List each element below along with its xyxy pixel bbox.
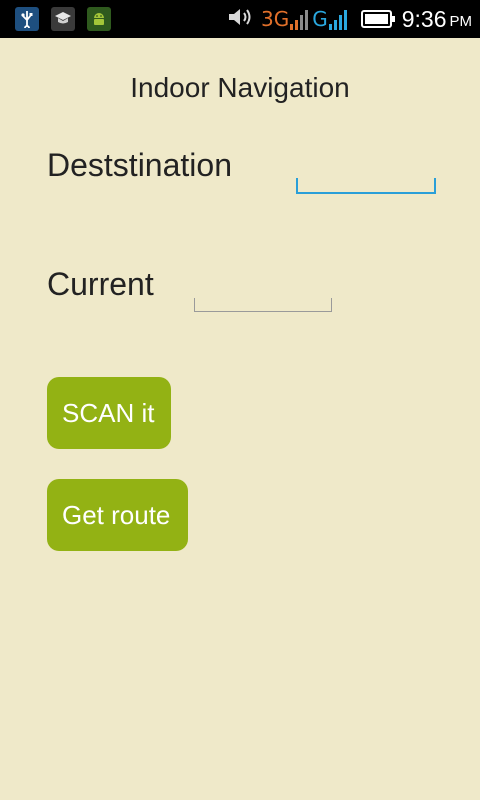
get-route-button[interactable]: Get route bbox=[47, 479, 188, 551]
scan-button[interactable]: SCAN it bbox=[47, 377, 171, 449]
battery-icon bbox=[360, 10, 395, 28]
usb-icon bbox=[15, 7, 39, 31]
volume-icon bbox=[227, 6, 255, 32]
destination-input[interactable] bbox=[296, 178, 436, 194]
signal-icon-secondary bbox=[328, 8, 347, 30]
page-title: Indoor Navigation bbox=[130, 72, 350, 103]
network-type-secondary: G bbox=[312, 7, 328, 31]
notification-icons bbox=[15, 7, 111, 31]
status-bar: 3G G 9:36 PM bbox=[0, 0, 480, 38]
network-type-primary: 3G bbox=[261, 7, 290, 31]
android-debug-icon bbox=[87, 7, 111, 31]
current-input[interactable] bbox=[194, 298, 332, 312]
status-ampm: PM bbox=[449, 12, 473, 30]
signal-icon-primary bbox=[290, 8, 309, 30]
destination-label: Deststination bbox=[47, 147, 232, 183]
current-label: Current bbox=[47, 266, 154, 302]
graduation-cap-icon bbox=[51, 7, 75, 31]
status-time: 9:36 bbox=[401, 5, 447, 32]
system-status: 3G G 9:36 PM bbox=[227, 0, 472, 38]
